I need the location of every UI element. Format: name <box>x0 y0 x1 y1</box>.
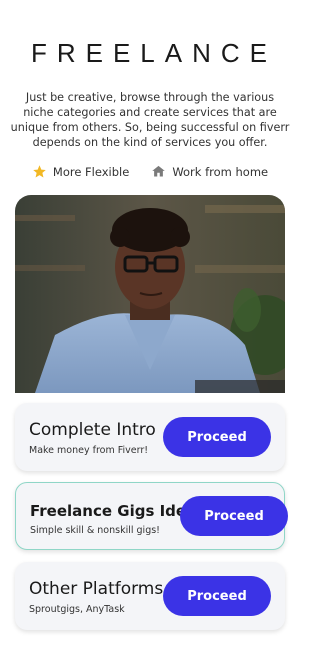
feature-label: More Flexible <box>52 164 130 179</box>
card-title: Freelance Gigs Ideas <box>30 502 206 520</box>
card-subtitle: Sproutgigs, AnyTask <box>29 604 125 615</box>
proceed-button[interactable]: Proceed <box>163 417 271 457</box>
man-with-glasses-photo <box>15 195 285 393</box>
card-subtitle: Make money from Fiverr! <box>29 445 149 456</box>
home-icon <box>152 165 166 177</box>
star-icon <box>33 165 46 178</box>
card-subtitle: Simple skill & nonskill gigs! <box>30 525 160 536</box>
card-title: Other Platforms <box>29 579 164 599</box>
card-freelance-gigs-ideas[interactable]: Freelance Gigs Ideas Simple skill & nons… <box>15 482 288 550</box>
feature-home: Work from home <box>151 164 268 179</box>
proceed-button[interactable]: Proceed <box>163 576 271 616</box>
card-complete-intro[interactable]: Complete Intro Make money from Fiverr! P… <box>15 403 285 471</box>
proceed-button[interactable]: Proceed <box>180 496 288 536</box>
feature-row: More Flexible Work from home <box>0 164 300 179</box>
card-other-platforms[interactable]: Other Platforms Sproutgigs, AnyTask Proc… <box>15 562 285 630</box>
app-title: FREELANCE <box>30 38 278 68</box>
hero-photo <box>15 195 285 393</box>
feature-label: Work from home <box>172 164 269 179</box>
feature-flexible: More Flexible <box>32 164 129 179</box>
card-title: Complete Intro <box>29 420 156 440</box>
intro-description: Just be creative, browse through the var… <box>10 91 290 149</box>
